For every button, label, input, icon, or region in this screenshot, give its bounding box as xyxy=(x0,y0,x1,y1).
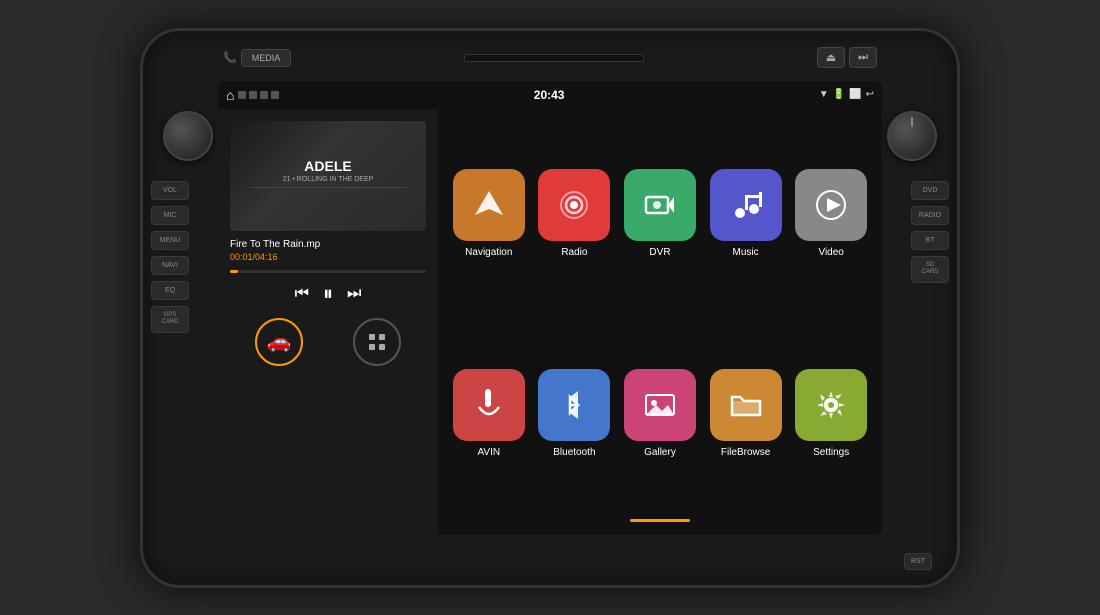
status-bar-right: ▼ 🔋 ⬜ ↩ xyxy=(819,89,874,100)
app-row-1: Navigation Radio xyxy=(446,119,874,309)
eq-button[interactable]: EQ xyxy=(151,281,189,300)
screen-content: ADELE 21 • ROLLING IN THE DEEP Fire To T… xyxy=(218,109,882,535)
app-gallery[interactable]: Gallery xyxy=(617,319,703,509)
navigation-label: Navigation xyxy=(465,247,512,258)
menu-dots xyxy=(365,330,389,354)
menu-button[interactable]: MENU xyxy=(151,231,189,250)
radio-label: Radio xyxy=(561,247,587,258)
dvd-button[interactable]: DVD xyxy=(911,181,949,200)
car-unit: 📞 MEDIA ⏏ ⏭ VOL MIC MENU NAVI EQ GPSCARD… xyxy=(140,28,960,588)
vol-knob[interactable] xyxy=(163,111,213,161)
app-filebrowser[interactable]: FileBrowse xyxy=(703,319,789,509)
avin-label: AVIN xyxy=(477,447,500,458)
tune-knob[interactable] xyxy=(887,111,937,161)
filebrowser-icon xyxy=(710,369,782,441)
wifi-icon: ▼ xyxy=(819,89,829,100)
dot-2 xyxy=(379,334,385,340)
track-time: 00:01/04:16 xyxy=(230,252,426,262)
status-bar-left: ⌂ xyxy=(226,87,279,103)
pause-button[interactable]: ⏸ xyxy=(323,283,333,306)
screen: ⌂ 20:43 ▼ 🔋 ⬜ ↩ xyxy=(218,81,882,535)
home-icon[interactable]: ⌂ xyxy=(226,87,234,103)
prev-button[interactable]: ⏮ xyxy=(295,285,309,303)
status-dot-1 xyxy=(238,91,246,99)
status-dot-2 xyxy=(249,91,257,99)
side-buttons-right: DVD RADIO BT SDCARD xyxy=(911,181,949,284)
phone-icon: 📞 xyxy=(223,51,237,64)
sd-card-button[interactable]: SDCARD xyxy=(911,256,949,284)
dot-3 xyxy=(369,344,375,350)
status-dot-3 xyxy=(260,91,268,99)
app-settings[interactable]: Settings xyxy=(788,319,874,509)
artist-name: ADELE xyxy=(304,158,351,174)
app-bluetooth[interactable]: Bluetooth xyxy=(532,319,618,509)
clock: 20:43 xyxy=(534,88,565,102)
gallery-label: Gallery xyxy=(644,447,676,458)
screen-icon: ⬜ xyxy=(849,89,861,100)
player-controls: ⏮ ⏸ ⏭ xyxy=(230,283,426,306)
bt-button[interactable]: BT xyxy=(911,231,949,250)
music-label: Music xyxy=(733,247,759,258)
media-button[interactable]: MEDIA xyxy=(241,49,292,67)
progress-fill xyxy=(230,270,238,273)
album-art-inner: ADELE 21 • ROLLING IN THE DEEP xyxy=(230,121,426,231)
bluetooth-label: Bluetooth xyxy=(553,447,595,458)
app-music[interactable]: Music xyxy=(703,119,789,309)
next-button[interactable]: ⏭ xyxy=(347,285,361,303)
dot-4 xyxy=(379,344,385,350)
dvr-label: DVR xyxy=(649,247,670,258)
top-center xyxy=(464,54,644,62)
top-bar: 📞 MEDIA ⏏ ⏭ xyxy=(223,43,877,73)
menu-icon[interactable] xyxy=(353,318,401,366)
bluetooth-icon xyxy=(538,369,610,441)
app-navigation[interactable]: Navigation xyxy=(446,119,532,309)
music-player: ADELE 21 • ROLLING IN THE DEEP Fire To T… xyxy=(218,109,438,535)
app-dvr[interactable]: DVR xyxy=(617,119,703,309)
progress-bar[interactable] xyxy=(230,270,426,273)
filebrowser-label: FileBrowse xyxy=(721,447,770,458)
gps-card-button[interactable]: GPSCARD xyxy=(151,306,189,334)
album-art: ADELE 21 • ROLLING IN THE DEEP xyxy=(230,121,426,231)
radio-icon xyxy=(538,169,610,241)
dvr-icon xyxy=(624,169,696,241)
skip-button[interactable]: ⏭ xyxy=(849,47,877,68)
track-name: Fire To The Rain.mp xyxy=(230,239,426,250)
navi-button[interactable]: NAVI xyxy=(151,256,189,275)
settings-label: Settings xyxy=(813,447,849,458)
cd-slot xyxy=(464,54,644,62)
rst-button[interactable]: RST xyxy=(904,553,932,570)
video-label: Video xyxy=(818,247,843,258)
video-icon xyxy=(795,169,867,241)
radio-button[interactable]: RADIO xyxy=(911,206,949,225)
side-buttons-left: VOL MIC MENU NAVI EQ GPSCARD xyxy=(151,181,189,334)
settings-icon xyxy=(795,369,867,441)
battery-icon: 🔋 xyxy=(833,89,845,100)
album-sub: 21 • ROLLING IN THE DEEP xyxy=(283,176,374,183)
status-indicators xyxy=(238,91,279,99)
vol-button[interactable]: VOL xyxy=(151,181,189,200)
dot-1 xyxy=(369,334,375,340)
app-grid: Navigation Radio xyxy=(438,109,882,535)
eject-button[interactable]: ⏏ xyxy=(817,47,845,68)
back-icon: ↩ xyxy=(866,89,874,100)
status-dot-4 xyxy=(271,91,279,99)
status-bar: ⌂ 20:43 ▼ 🔋 ⬜ ↩ xyxy=(218,81,882,109)
gallery-icon xyxy=(624,369,696,441)
indicator-line xyxy=(630,519,690,522)
app-row-2: AVIN xyxy=(446,319,874,509)
music-icon xyxy=(710,169,782,241)
app-video[interactable]: Video xyxy=(788,119,874,309)
car-icon[interactable]: 🚗 xyxy=(255,318,303,366)
bottom-indicator xyxy=(446,519,874,523)
bottom-icons: 🚗 xyxy=(230,318,426,366)
avin-icon xyxy=(453,369,525,441)
app-avin[interactable]: AVIN xyxy=(446,319,532,509)
car-symbol: 🚗 xyxy=(267,329,292,354)
mic-button[interactable]: MIC xyxy=(151,206,189,225)
navigation-icon xyxy=(453,169,525,241)
app-radio[interactable]: Radio xyxy=(532,119,618,309)
